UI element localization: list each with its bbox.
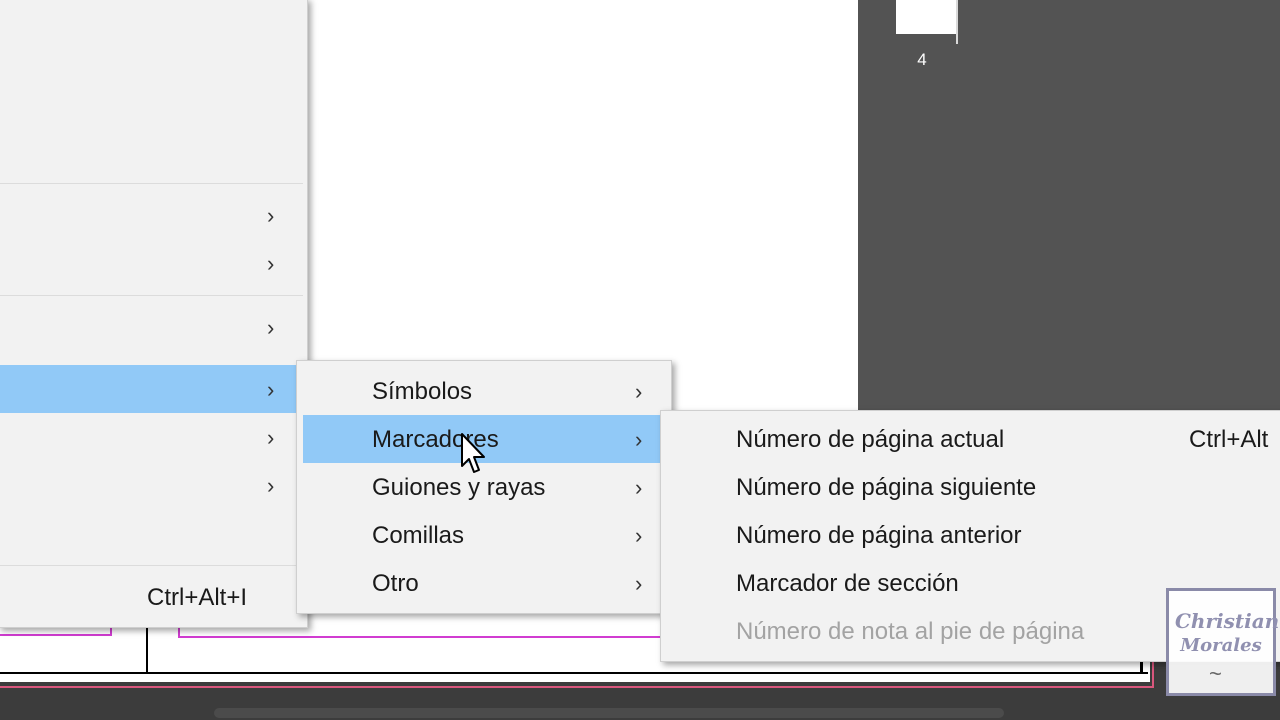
menu-separator xyxy=(0,295,303,296)
menu-item-label: Número de página siguiente xyxy=(736,474,1037,501)
watermark-flourish: ~ xyxy=(1209,661,1222,686)
page-thumbnail-edge xyxy=(956,0,958,44)
chevron-right-icon: › xyxy=(267,473,275,498)
chevron-right-icon: › xyxy=(635,379,643,404)
watermark-logo: Christian Morales ~ xyxy=(1166,588,1280,696)
page-border xyxy=(0,672,1148,674)
menu-shortcut: Ctrl+Alt+I xyxy=(147,584,248,611)
chevron-right-icon: › xyxy=(267,425,275,450)
menu-item-submenu[interactable]: › xyxy=(0,413,307,461)
page-number-label: 4 xyxy=(917,50,927,69)
menu-item-insert-special-character[interactable]: › xyxy=(0,365,307,413)
menu-separator xyxy=(0,183,303,184)
menu-item-current-page-number[interactable]: Número de página actual Ctrl+Alt xyxy=(661,415,1280,463)
horizontal-scrollbar-thumb[interactable] xyxy=(214,708,1004,718)
menu-item-simbolos[interactable]: Símbolos › xyxy=(297,367,671,415)
menu-item-previous-page-number[interactable]: Número de página anterior xyxy=(661,511,1280,559)
menu-item-label: Comillas xyxy=(372,522,465,549)
menu-item-otro[interactable]: Otro › xyxy=(297,559,671,607)
menu-item-submenu[interactable]: › xyxy=(0,191,307,239)
menu-item-label: Marcador de sección xyxy=(736,570,959,597)
menu-separator xyxy=(0,565,303,566)
menu-item-label: Número de página actual xyxy=(736,426,1005,453)
chevron-right-icon: › xyxy=(635,571,643,596)
chevron-right-icon: › xyxy=(267,315,275,340)
watermark-line1: Christian xyxy=(1175,609,1280,633)
menu-item-submenu[interactable]: › xyxy=(0,461,307,509)
menu-item-with-shortcut[interactable]: Ctrl+Alt+I xyxy=(0,573,307,621)
mouse-pointer-icon xyxy=(460,432,486,476)
submenu-special-characters: Símbolos › Marcadores › Guiones y rayas … xyxy=(296,360,672,614)
chevron-right-icon: › xyxy=(267,251,275,276)
menu-item-label: Símbolos xyxy=(372,378,473,405)
chevron-right-icon: › xyxy=(267,203,275,228)
chevron-right-icon: › xyxy=(267,377,275,402)
menu-item-comillas[interactable]: Comillas › xyxy=(297,511,671,559)
menu-item-next-page-number[interactable]: Número de página siguiente xyxy=(661,463,1280,511)
margin-guide xyxy=(0,634,112,636)
menu-item-label: Guiones y rayas xyxy=(372,474,546,501)
chevron-right-icon: › xyxy=(635,523,643,548)
watermark-line2: Morales xyxy=(1180,635,1262,656)
context-menu: › › › › › › Ctrl+Alt+I xyxy=(0,0,308,628)
menu-item-submenu[interactable]: › xyxy=(0,303,307,351)
chevron-right-icon: › xyxy=(635,475,643,500)
menu-item-label: Número de página anterior xyxy=(736,522,1022,549)
menu-item-label: Otro xyxy=(372,570,419,597)
chevron-right-icon: › xyxy=(635,427,643,452)
menu-shortcut: Ctrl+Alt xyxy=(1189,426,1269,453)
menu-item-label: Número de nota al pie de página xyxy=(736,618,1085,645)
page-thumbnail[interactable] xyxy=(896,0,956,34)
menu-item-submenu[interactable]: › xyxy=(0,239,307,287)
bleed-guide xyxy=(0,686,1154,688)
